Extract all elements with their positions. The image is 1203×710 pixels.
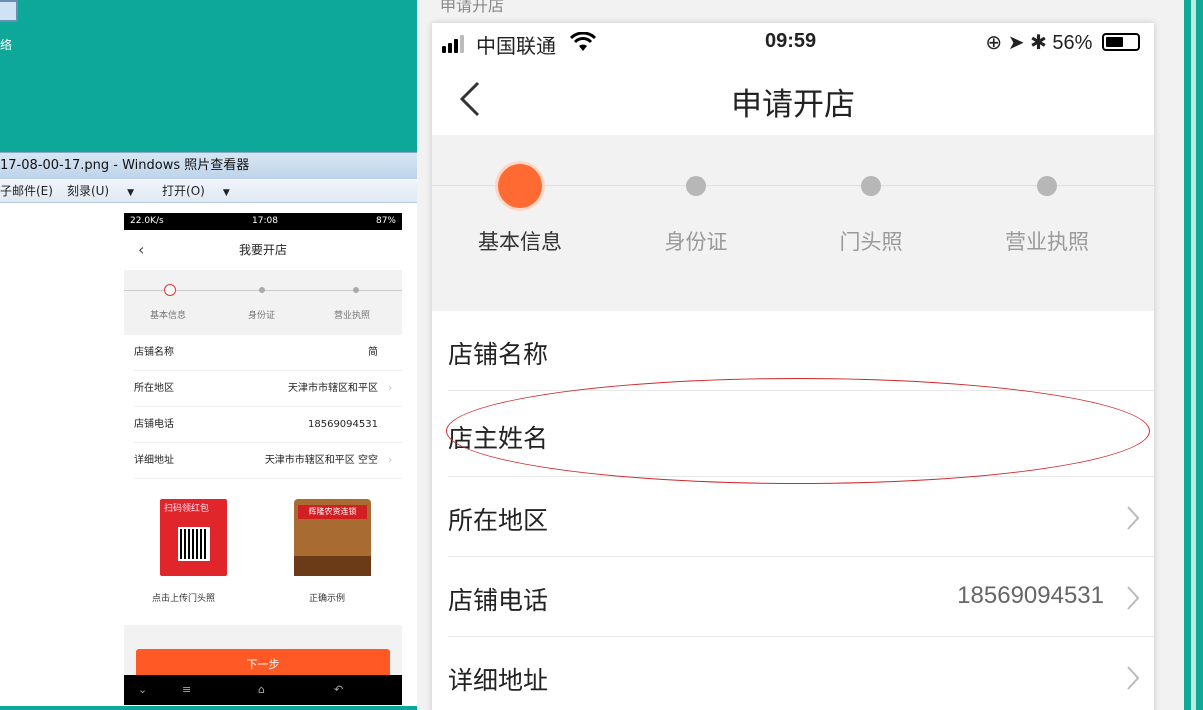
step-dot [353, 287, 359, 293]
form-row-owner-name[interactable]: 店主姓名 [448, 391, 1154, 477]
menu-open-label: 打开(O) [162, 184, 205, 198]
mini-step-label: 营业执照 [334, 311, 371, 321]
step-dot [686, 176, 706, 196]
desktop-icon-label: 络 [0, 38, 13, 52]
row-value: 18569094531 [957, 582, 1104, 609]
photo-viewer-window: 17-08-00-17.png - Windows 照片查看器 子邮件(E) 刻录… [0, 152, 417, 710]
row-label: 店铺电话 [448, 586, 549, 615]
mini-row-label: 所在地区 [134, 383, 174, 394]
mini-status-battery: 87% [375, 216, 396, 226]
chevron-right-icon: › [388, 383, 392, 394]
red-card-title: 扫码领红包 [164, 504, 210, 514]
status-right-group: ⊕ ➤ ✱ 56% [985, 30, 1140, 55]
page-title: 申请开店 [731, 87, 855, 123]
step-dot [861, 176, 881, 196]
menu-open[interactable]: 打开(O) ▼ [162, 179, 244, 205]
form-row-shop-name[interactable]: 店铺名称 [448, 311, 1154, 391]
form-row-region[interactable]: 所在地区 [448, 477, 1154, 557]
wifi-icon [570, 32, 596, 51]
viewer-menubar: 子邮件(E) 刻录(U) ▼ 打开(O) ▼ [0, 179, 417, 203]
mini-form-row: 详细地址 天津市市辖区和平区 空空 › [134, 443, 402, 479]
chevron-right-icon: › [388, 455, 392, 466]
step-label: 基本信息 [478, 230, 562, 254]
form-row-phone[interactable]: 店铺电话 18569094531 [448, 557, 1154, 637]
back-arrow-icon: ‹ [138, 240, 145, 259]
mini-row-label: 详细地址 [134, 455, 174, 466]
step-dot-active [498, 164, 542, 208]
storefront-example-image: 辉隆农资连锁 [294, 499, 371, 576]
step-label: 身份证 [664, 230, 728, 254]
status-bar: 中国联通 09:59 ⊕ ➤ ✱ 56% [432, 23, 1154, 63]
chevron-right-icon [1127, 506, 1140, 530]
mini-nav-bar: ‹ 我要开店 [124, 230, 402, 270]
step-dot-active [164, 284, 176, 296]
form-row-address[interactable]: 详细地址 [448, 637, 1154, 710]
menu-burn-label: 刻录(U) [66, 184, 110, 198]
row-label: 店主姓名 [448, 424, 549, 453]
step-label: 门头照 [839, 230, 903, 254]
network-computer-icon[interactable] [0, 0, 20, 30]
mini-status-bar: 22.0K/s 17:08 87% [124, 213, 402, 230]
chevron-right-icon [1127, 586, 1140, 610]
viewer-title-bar: 17-08-00-17.png - Windows 照片查看器 [0, 153, 417, 179]
nav-bar: 申请开店 [432, 63, 1154, 135]
step-dot [1037, 176, 1057, 196]
windows-desktop: 络 17-08-00-17.png - Windows 照片查看器 子邮件(E)… [0, 0, 417, 710]
mini-page-title: 我要开店 [238, 243, 287, 257]
shop-info-form: 店铺名称 店主姓名 所在地区 店铺电话 18569094531 详细地址 [432, 311, 1154, 710]
shop-banner: 辉隆农资连锁 [298, 505, 367, 519]
row-label: 所在地区 [448, 506, 549, 535]
signal-bars-icon [442, 35, 470, 53]
phone-screen: 中国联通 09:59 ⊕ ➤ ✱ 56% 申请开店 基本信息 身份证 门头照 营… [432, 23, 1154, 710]
top-caption: 申请开店 [440, 0, 505, 15]
step-dot [259, 287, 265, 293]
dropdown-arrow-icon: ▼ [222, 188, 230, 198]
menu-email[interactable]: 子邮件(E) [0, 179, 53, 203]
mini-row-label: 店铺电话 [134, 419, 174, 430]
mini-step-indicator: 基本信息 身份证 营业执照 [124, 270, 402, 335]
row-label: 店铺名称 [448, 340, 549, 369]
status-time: 09:59 [765, 30, 817, 52]
mini-step-label: 基本信息 [150, 311, 187, 321]
viewed-image: 22.0K/s 17:08 87% ‹ 我要开店 基本信息 身份证 营业执照 店… [124, 213, 402, 705]
mini-status-time: 17:08 [252, 216, 278, 226]
mini-status-speed: 22.0K/s [130, 216, 164, 226]
shop-floor [294, 556, 371, 576]
menu-burn[interactable]: 刻录(U) ▼ [67, 179, 148, 205]
row-label: 详细地址 [448, 666, 549, 695]
mini-row-value: 简 [368, 347, 378, 358]
mini-step-label: 身份证 [248, 311, 276, 321]
mini-row-label: 店铺名称 [134, 347, 174, 358]
battery-icon [1102, 33, 1140, 51]
back-icon: ↶ [334, 683, 344, 696]
mini-android-navbar: ⌄ ≡ ⌂ ↶ [124, 675, 402, 705]
battery-percent: 56% [1052, 32, 1093, 54]
window-right-edge [1184, 0, 1203, 710]
carrier-name: 中国联通 [476, 36, 556, 58]
step-indicator: 基本信息 身份证 门头照 营业执照 [432, 135, 1154, 311]
mini-form-row: 店铺电话 18569094531 [134, 407, 402, 443]
chevron-down-icon: ⌄ [138, 683, 148, 696]
mini-row-value: 天津市市辖区和平区 空空 [264, 455, 378, 466]
battery-fill [1106, 37, 1123, 47]
viewer-footer [0, 706, 417, 710]
mini-form-row: 店铺名称 简 [134, 335, 402, 371]
home-icon: ⌂ [258, 683, 265, 696]
photo-caption-upload: 点击上传门头照 [152, 594, 216, 604]
menu-icon: ≡ [182, 683, 192, 696]
photo-caption-example: 正确示例 [309, 594, 346, 604]
bluetooth-icon: ✱ [1030, 32, 1047, 54]
orientation-lock-icon: ⊕ [985, 32, 1003, 54]
mini-form-row: 所在地区 天津市市辖区和平区 › [134, 371, 402, 407]
mini-photo-section: 扫码领红包 辉隆农资连锁 点击上传门头照 正确示例 [124, 479, 402, 625]
mini-row-value: 18569094531 [308, 419, 378, 430]
mini-row-value: 天津市市辖区和平区 [288, 383, 378, 394]
step-label: 营业执照 [1005, 230, 1089, 254]
chevron-right-icon [1127, 666, 1140, 690]
dropdown-arrow-icon: ▼ [127, 188, 135, 198]
qr-code-icon [178, 527, 210, 561]
qr-code-poster-image: 扫码领红包 [160, 499, 227, 576]
location-arrow-icon: ➤ [1007, 32, 1025, 54]
